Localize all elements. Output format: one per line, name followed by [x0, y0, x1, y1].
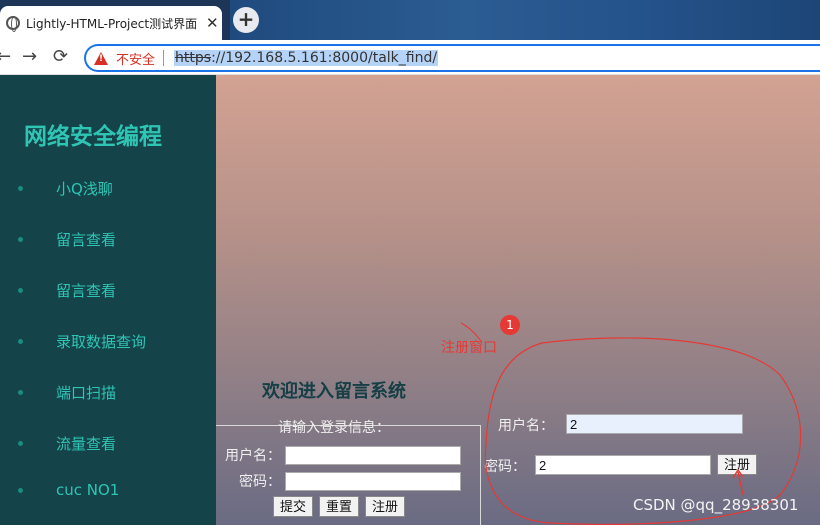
sidebar-brand: 网络安全编程 [24, 124, 162, 150]
url-scheme: https [175, 50, 212, 66]
sidebar-item-data-query[interactable]: 录取数据查询 [18, 331, 146, 352]
address-bar[interactable]: ! 不安全 https://192.168.5.161:8000/talk_fi… [84, 44, 820, 72]
login-username-label: 用户名： [225, 448, 281, 464]
login-password-row: 密码： [219, 471, 461, 491]
tab-title: Lightly-HTML-Project测试界面 [26, 16, 198, 31]
url-text[interactable]: https://192.168.5.161:8000/talk_find/ [174, 50, 439, 66]
sidebar-item-cuc[interactable]: cuc NO1 [18, 481, 119, 499]
bullet-icon [18, 339, 23, 344]
welcome-heading: 欢迎进入留言系统 [262, 381, 406, 402]
sidebar-item-chat[interactable]: 小Q浅聊 [18, 178, 113, 199]
bullet-icon [18, 237, 23, 242]
url-rest: ://192.168.5.161:8000/talk_find/ [211, 50, 438, 66]
globe-icon [6, 16, 20, 32]
tab-strip: Lightly-HTML-Project测试界面 ✕ + [0, 0, 820, 40]
bullet-icon [18, 186, 23, 191]
sidebar-item-label: 小Q浅聊 [56, 180, 113, 198]
new-tab-button[interactable]: + [233, 7, 259, 33]
login-legend: 请输入登录信息： [278, 420, 390, 436]
sidebar-item-traffic[interactable]: 流量查看 [18, 433, 116, 454]
bullet-icon [18, 390, 23, 395]
register-password-input[interactable] [535, 455, 711, 475]
browser-tab[interactable]: Lightly-HTML-Project测试界面 ✕ [0, 6, 222, 40]
login-username-row: 用户名： [219, 445, 461, 465]
tab-close-icon[interactable]: ✕ [206, 14, 219, 32]
sidebar-item-label: 录取数据查询 [56, 333, 147, 351]
login-password-input[interactable] [285, 471, 461, 491]
register-button[interactable]: 注册 [717, 454, 758, 475]
sidebar-item-label: 端口扫描 [56, 384, 117, 402]
back-icon[interactable]: ← [0, 46, 11, 67]
sidebar-item-label: cuc NO1 [56, 481, 120, 499]
login-password-label: 密码： [239, 474, 281, 490]
bullet-icon [18, 288, 23, 293]
sidebar-item-label: 流量查看 [56, 435, 117, 453]
login-fieldset: 请输入登录信息： 用户名： 密码： 提交 重置 注册 [216, 420, 481, 525]
bullet-icon [18, 487, 23, 493]
sidebar: 网络安全编程 小Q浅聊 留言查看 留言查看 录取数据查询 端口扫描 流量查看 c… [0, 75, 216, 525]
reset-button[interactable]: 重置 [319, 496, 360, 517]
annotation-text: 注册窗口 [441, 340, 497, 356]
tab-strip-background [230, 0, 820, 40]
warning-icon: ! [94, 51, 108, 65]
reload-icon[interactable]: ⟳ [53, 46, 68, 67]
watermark: CSDN @qq_28938301 [633, 496, 799, 514]
login-username-input[interactable] [285, 445, 461, 465]
security-label[interactable]: 不安全 [116, 49, 155, 68]
submit-button[interactable]: 提交 [273, 496, 314, 517]
sidebar-item-label: 留言查看 [56, 282, 117, 300]
sidebar-item-label: 留言查看 [56, 231, 117, 249]
forward-icon[interactable]: → [22, 46, 37, 67]
register-username-label: 用户名： [498, 418, 554, 434]
page-content: 网络安全编程 小Q浅聊 留言查看 留言查看 录取数据查询 端口扫描 流量查看 c… [0, 75, 820, 525]
login-register-button[interactable]: 注册 [365, 496, 406, 517]
register-password-label: 密码： [484, 459, 526, 475]
browser-toolbar: ← → ⟳ ! 不安全 https://192.168.5.161:8000/t… [0, 40, 820, 75]
sidebar-item-messages-2[interactable]: 留言查看 [18, 280, 116, 301]
bullet-icon [18, 441, 23, 446]
address-separator [163, 50, 165, 66]
login-buttons: 提交 重置 注册 [273, 496, 406, 517]
sidebar-item-port-scan[interactable]: 端口扫描 [18, 382, 116, 403]
register-username-input[interactable] [566, 414, 743, 434]
annotation-badge: 1 [500, 315, 520, 335]
sidebar-item-messages[interactable]: 留言查看 [18, 229, 116, 250]
